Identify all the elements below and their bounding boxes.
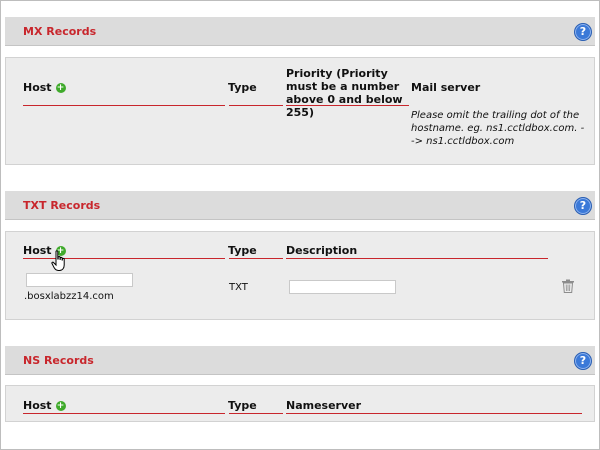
header-underline	[23, 413, 225, 414]
header-underline	[229, 413, 283, 414]
hand-pointer-icon	[51, 250, 65, 271]
trash-icon[interactable]	[562, 279, 574, 293]
ns-records-panel: Host + Type Nameserver	[5, 385, 595, 422]
mx-records-title: MX Records	[23, 25, 97, 38]
mx-records-panel: Host + Type Priority (Priority must be a …	[5, 57, 595, 165]
add-icon[interactable]: +	[55, 401, 66, 411]
host-input[interactable]	[26, 273, 133, 287]
help-icon[interactable]: ?	[574, 23, 592, 41]
host-label: Host	[23, 399, 52, 412]
header-underline	[286, 413, 582, 414]
help-icon[interactable]: ?	[574, 197, 592, 215]
record-type-value: TXT	[229, 282, 248, 293]
mail-server-note: Please omit the trailing dot of the host…	[411, 110, 585, 147]
host-label: Host	[23, 244, 52, 257]
header-underline	[286, 258, 548, 259]
type-column-header: Type	[228, 244, 257, 257]
txt-records-panel: Host + Type Description .bosxlabzz14.com …	[5, 231, 595, 320]
header-underline	[23, 105, 225, 106]
header-underline	[286, 105, 409, 106]
header-underline	[229, 258, 283, 259]
help-icon[interactable]: ?	[574, 352, 592, 370]
txt-records-title: TXT Records	[23, 199, 101, 212]
ns-records-title: NS Records	[23, 354, 94, 367]
description-input[interactable]	[289, 280, 396, 294]
type-column-header: Type	[228, 399, 257, 412]
txt-records-header: TXT Records ?	[5, 191, 595, 220]
add-icon[interactable]: +	[55, 83, 66, 93]
priority-column-header: Priority (Priority must be a number abov…	[286, 67, 403, 119]
host-column-header: Host +	[23, 399, 66, 412]
mail-server-column-header: Mail server	[411, 81, 481, 94]
type-column-header: Type	[228, 81, 257, 94]
domain-suffix: .bosxlabzz14.com	[24, 291, 114, 302]
nameserver-column-header: Nameserver	[286, 399, 362, 412]
ns-records-header: NS Records ?	[5, 346, 595, 375]
header-underline	[229, 105, 283, 106]
host-label: Host	[23, 81, 52, 94]
description-column-header: Description	[286, 244, 358, 257]
mx-records-header: MX Records ?	[5, 17, 595, 46]
host-column-header: Host +	[23, 81, 66, 94]
